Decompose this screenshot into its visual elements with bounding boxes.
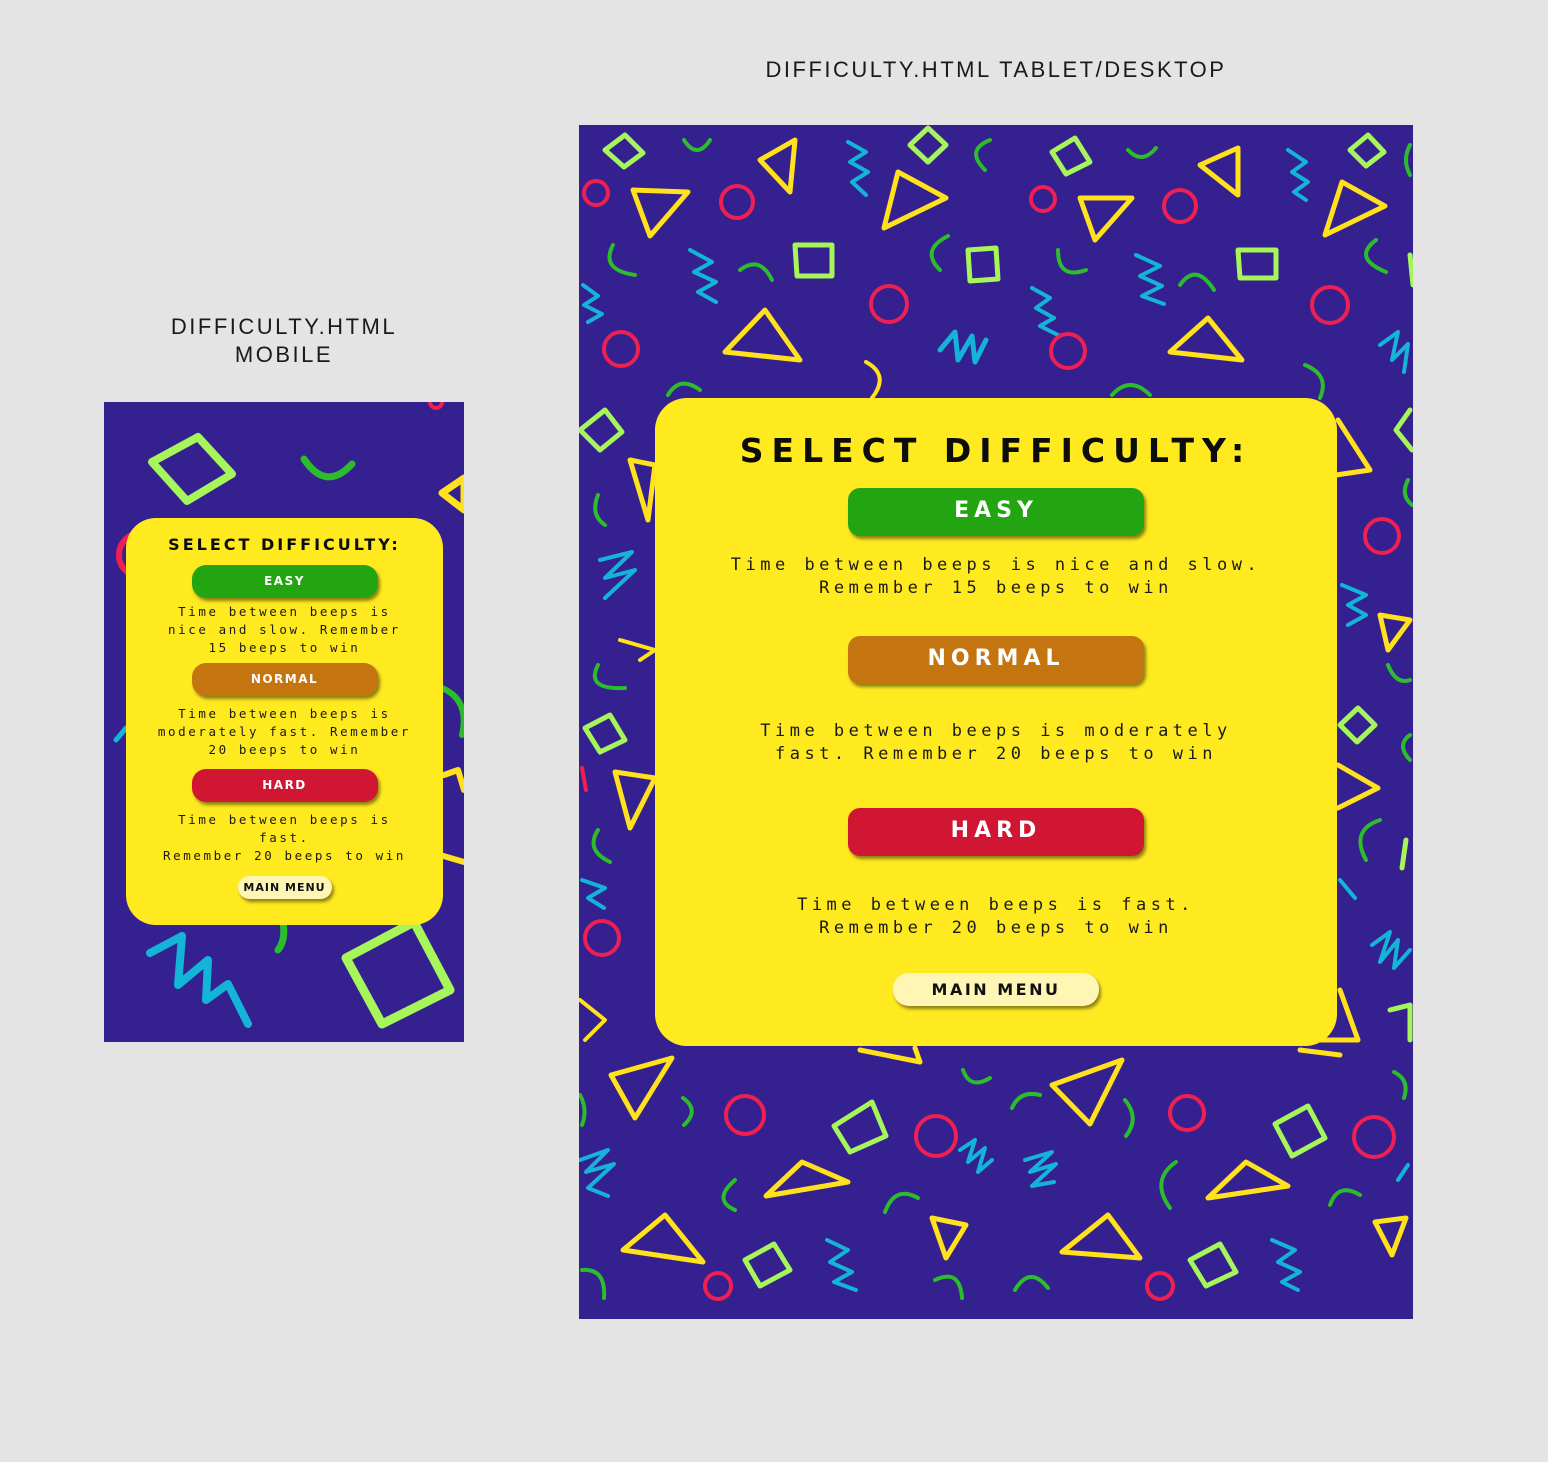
- mobile-easy-button[interactable]: EASY: [191, 565, 378, 598]
- desktop-easy-desc-line: Remember 15 beeps to win: [819, 578, 1173, 598]
- mobile-easy-desc-line: nice and slow. Remember: [168, 622, 401, 637]
- mobile-normal-desc-line: Time between beeps is: [178, 706, 391, 721]
- mobile-hard-desc-line: Time between beeps is: [178, 812, 391, 827]
- mobile-easy-description: Time between beeps is nice and slow. Rem…: [135, 603, 435, 657]
- desktop-normal-desc-line: Time between beeps is moderately: [760, 721, 1232, 741]
- mobile-normal-desc-line: 20 beeps to win: [208, 742, 361, 757]
- mobile-difficulty-card: SELECT DIFFICULTY: EASY Time between bee…: [126, 518, 443, 925]
- desktop-main-menu-button[interactable]: MAIN MENU: [893, 973, 1099, 1006]
- mobile-hard-desc-line: fast.: [259, 830, 310, 845]
- mobile-hard-desc-line: Remember 20 beeps to win: [162, 848, 406, 863]
- desktop-normal-desc-line: fast. Remember 20 beeps to win: [774, 744, 1218, 764]
- desktop-easy-button[interactable]: EASY: [848, 488, 1144, 536]
- mobile-hard-button[interactable]: HARD: [191, 769, 378, 802]
- desktop-screen: SELECT DIFFICULTY: EASY Time between bee…: [579, 125, 1413, 1319]
- desktop-easy-desc-line: Time between beeps is nice and slow.: [730, 555, 1262, 575]
- desktop-easy-description: Time between beeps is nice and slow. Rem…: [716, 554, 1276, 600]
- mobile-screen: SELECT DIFFICULTY: EASY Time between bee…: [104, 402, 464, 1042]
- mobile-normal-desc-line: moderately fast. Remember: [157, 724, 412, 739]
- desktop-page-title: SELECT DIFFICULTY:: [739, 431, 1253, 470]
- desktop-difficulty-card: SELECT DIFFICULTY: EASY Time between bee…: [655, 398, 1337, 1046]
- desktop-hard-description: Time between beeps is fast. Remember 20 …: [716, 894, 1276, 940]
- desktop-hard-button[interactable]: HARD: [848, 808, 1144, 856]
- desktop-hard-desc-line: Time between beeps is fast.: [797, 895, 1195, 915]
- desktop-hard-desc-line: Remember 20 beeps to win: [819, 918, 1173, 938]
- mobile-label-line1: DIFFICULTY.HTML: [170, 314, 398, 339]
- mobile-frame-label: DIFFICULTY.HTML MOBILE: [104, 313, 464, 369]
- mobile-easy-desc-line: Time between beeps is: [178, 604, 391, 619]
- mobile-normal-description: Time between beeps is moderately fast. R…: [135, 705, 435, 759]
- desktop-normal-button[interactable]: NORMAL: [848, 636, 1144, 684]
- mobile-main-menu-button[interactable]: MAIN MENU: [237, 876, 332, 899]
- mobile-easy-desc-line: 15 beeps to win: [208, 640, 361, 655]
- mobile-label-line2: MOBILE: [234, 342, 334, 367]
- mobile-hard-description: Time between beeps is fast. Remember 20 …: [135, 811, 435, 865]
- mobile-page-title: SELECT DIFFICULTY:: [168, 535, 401, 554]
- mobile-normal-button[interactable]: NORMAL: [191, 663, 378, 696]
- desktop-frame-label: DIFFICULTY.HTML TABLET/DESKTOP: [579, 56, 1413, 84]
- desktop-label-text: DIFFICULTY.HTML TABLET/DESKTOP: [765, 57, 1227, 82]
- desktop-normal-description: Time between beeps is moderately fast. R…: [716, 720, 1276, 766]
